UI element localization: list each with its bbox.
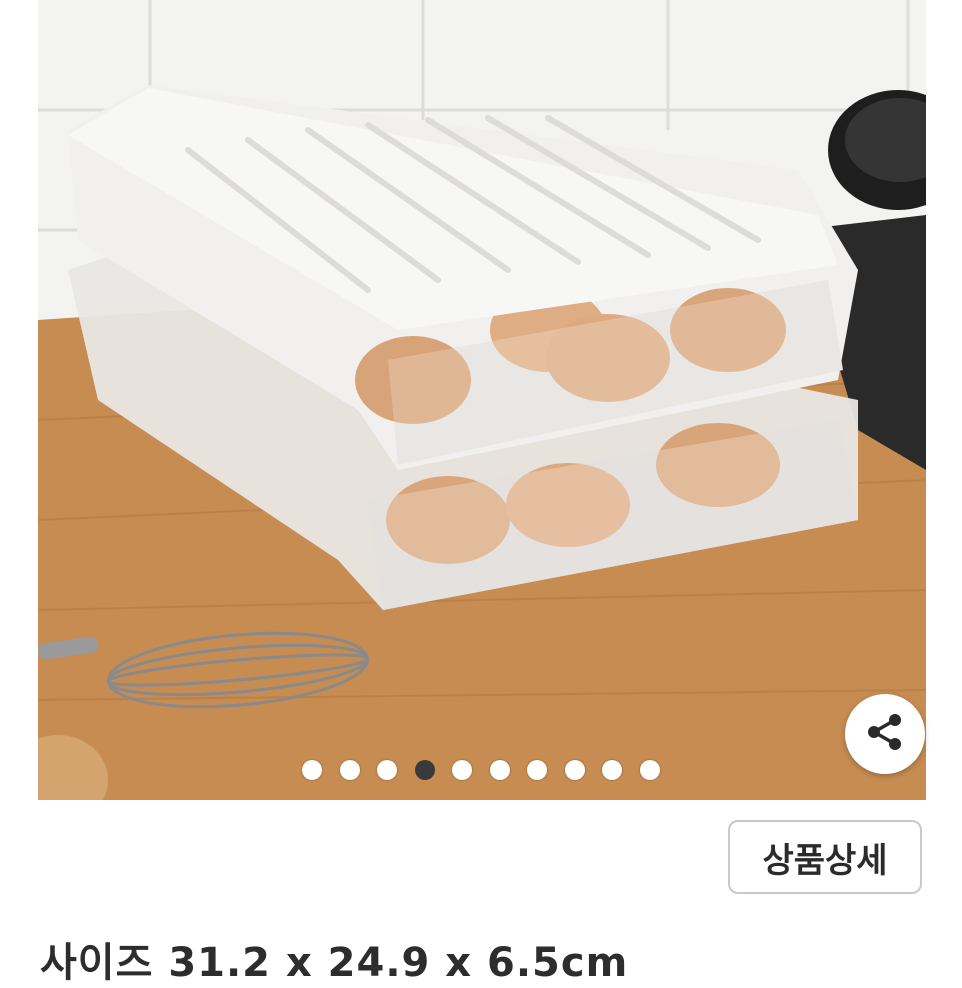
pagination-dot[interactable] (302, 760, 322, 780)
pagination-dot[interactable] (377, 760, 397, 780)
pagination-dot[interactable] (339, 760, 360, 780)
pagination-dot[interactable] (564, 760, 585, 780)
pagination-dot[interactable] (452, 760, 472, 780)
product-image[interactable] (38, 0, 926, 800)
product-size-text: 사이즈 31.2 x 24.9 x 6.5cm (40, 940, 629, 986)
product-detail-label: 상품상세 (762, 840, 888, 881)
pagination-dot[interactable] (527, 760, 547, 780)
gallery-pagination (0, 760, 962, 782)
pagination-dot[interactable] (489, 760, 510, 780)
pagination-dot[interactable] (602, 760, 622, 780)
pagination-dot[interactable] (414, 760, 435, 780)
pagination-dot[interactable] (639, 760, 660, 780)
product-detail-button[interactable]: 상품상세 (728, 820, 922, 894)
share-icon (864, 711, 906, 757)
